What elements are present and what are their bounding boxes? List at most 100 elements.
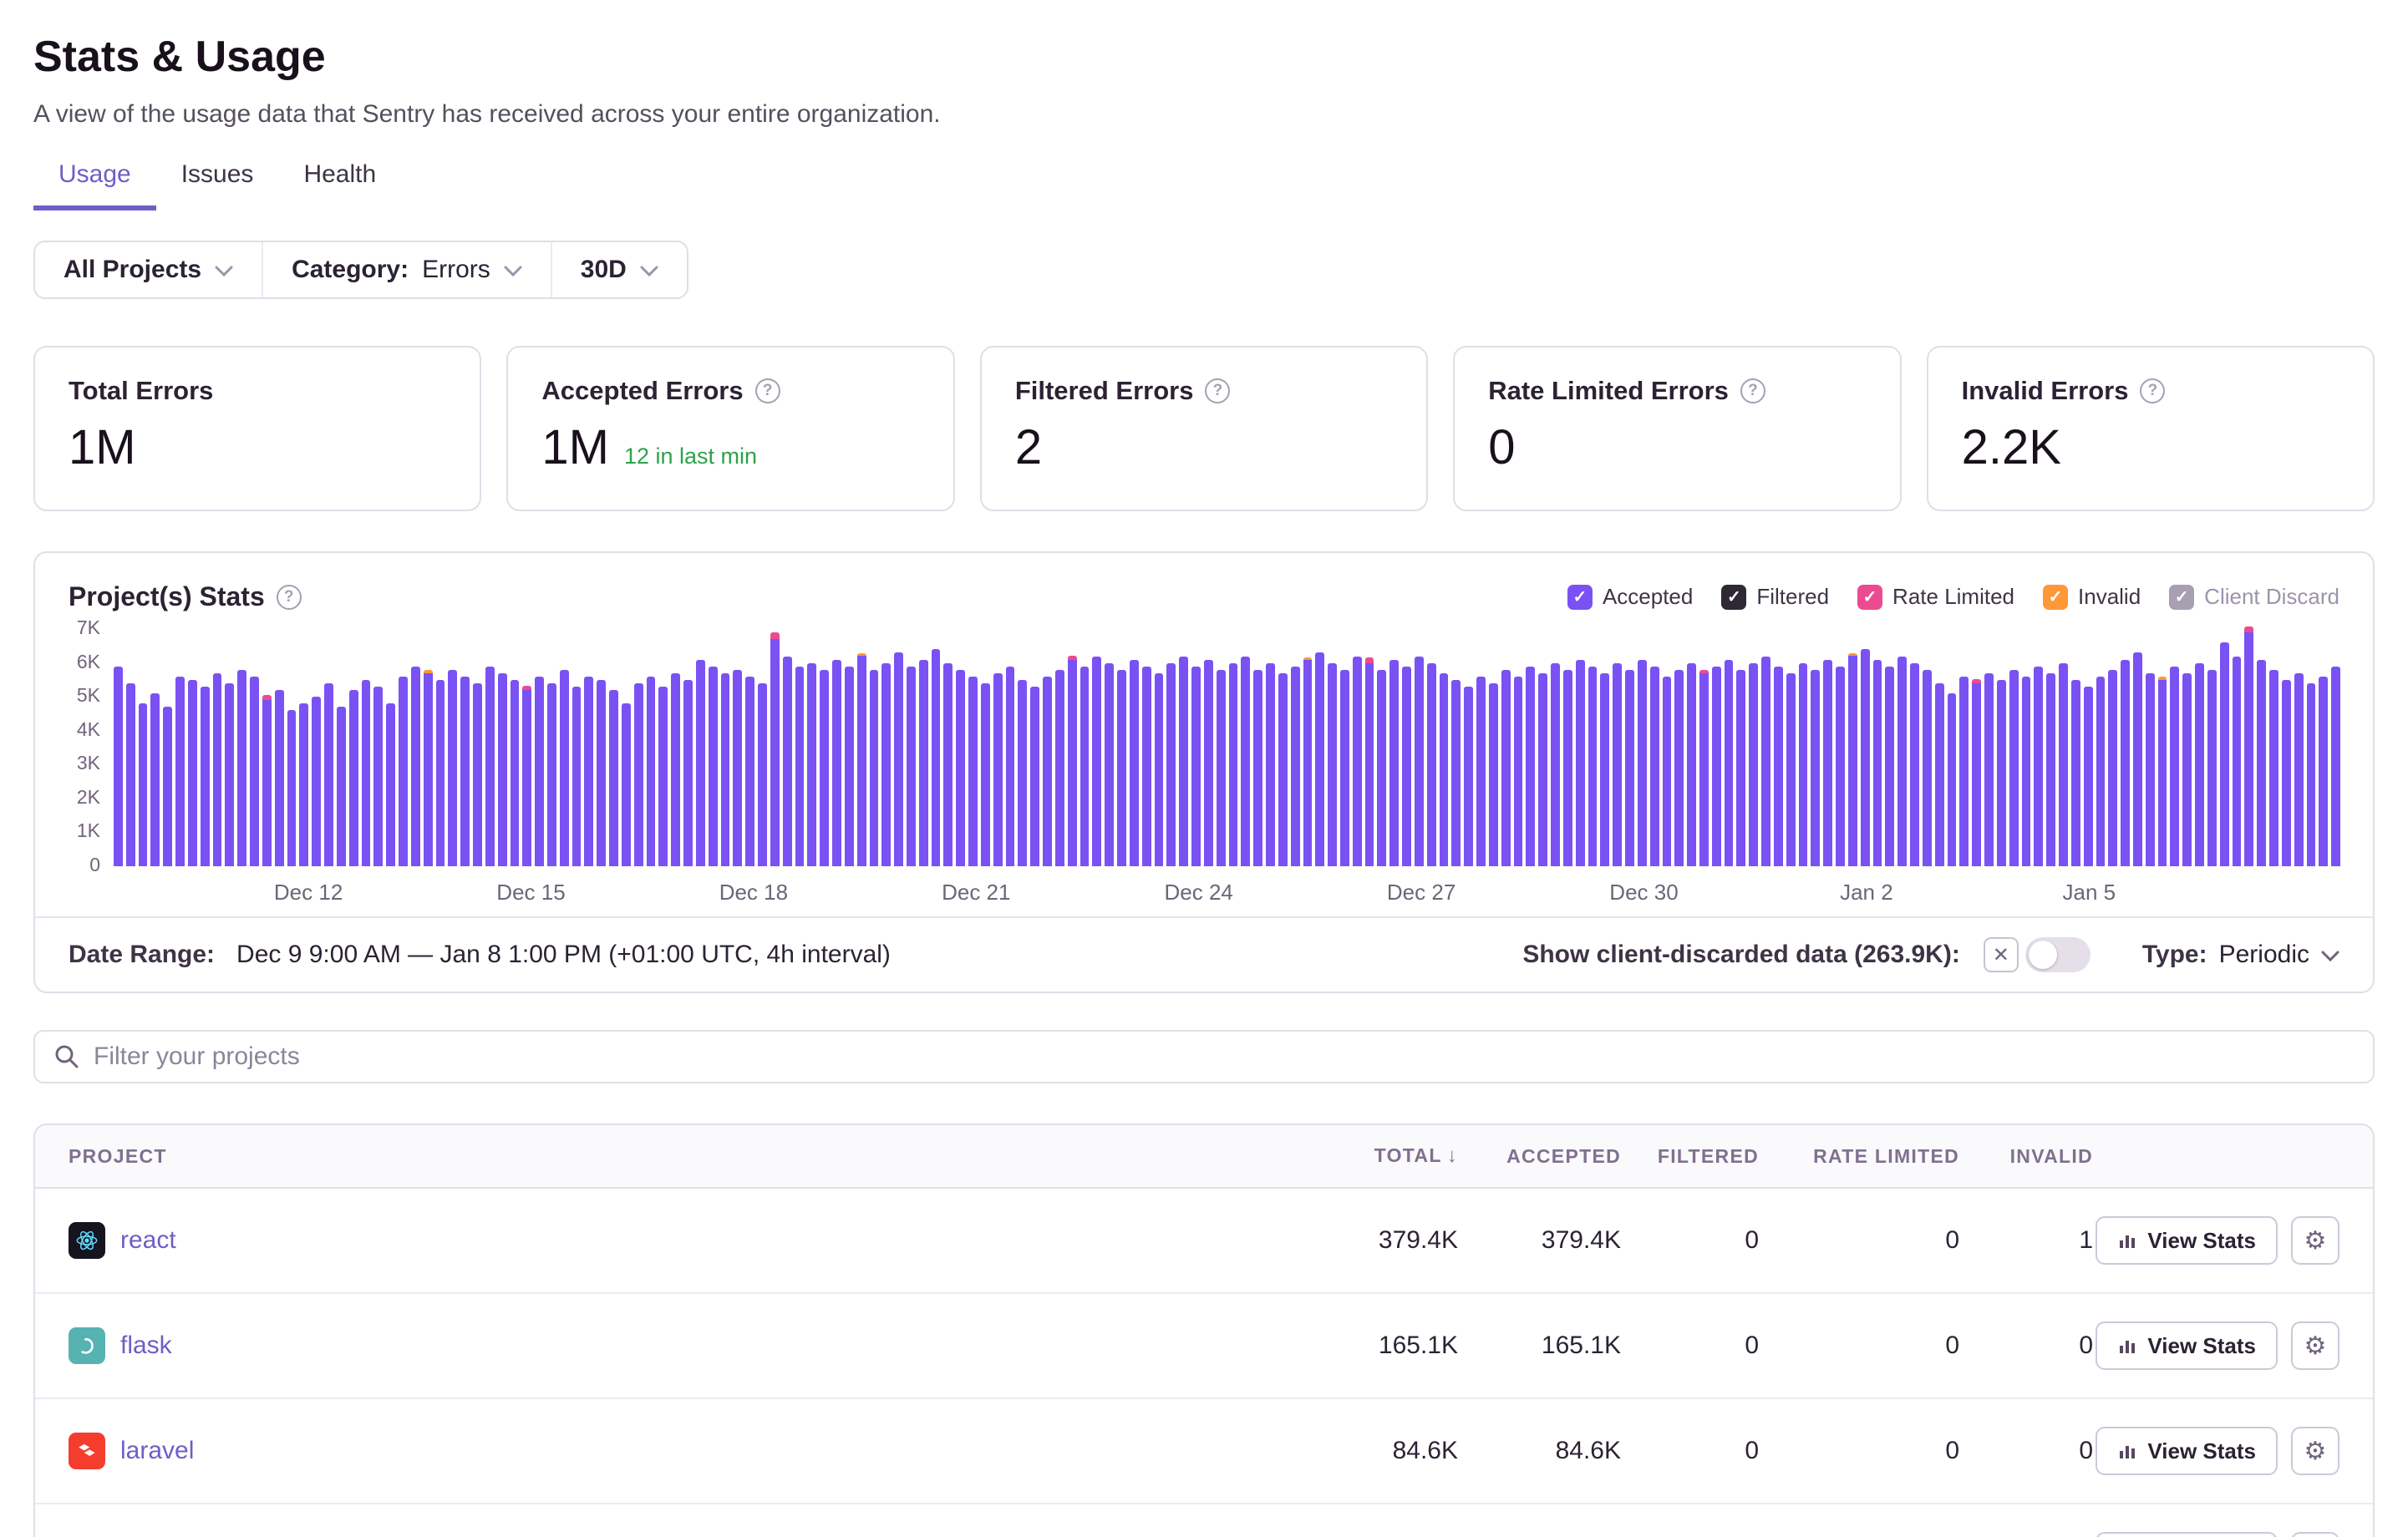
- chart-bar: [832, 660, 841, 867]
- chart-bar: [1526, 667, 1535, 866]
- chart-bar: [1291, 667, 1300, 866]
- filter-bar: All Projects Category: Errors 30D: [33, 241, 688, 299]
- chart-bar: [312, 697, 321, 866]
- chart-bar: [2034, 667, 2043, 866]
- chart-bar: [511, 680, 520, 866]
- cell-total: 84.6K: [1249, 1437, 1458, 1465]
- chart-bar: [237, 670, 246, 866]
- view-stats-button[interactable]: View Stats: [2096, 1321, 2278, 1370]
- filtered-errors-card: Filtered Errors? 2: [980, 346, 1428, 511]
- chart-bar: [1476, 677, 1486, 866]
- table-row: 77.7K77.7K000View Stats⚙: [35, 1504, 2373, 1537]
- table-header: Project Total↓ Accepted Filtered Rate Li…: [35, 1125, 2373, 1189]
- chart-bar: [1897, 657, 1907, 867]
- cell-invalid: 1: [1959, 1226, 2093, 1255]
- chart-bar: [1266, 663, 1275, 866]
- x-axis-tick: Dec 30: [1609, 880, 1678, 905]
- chart-bar: [2294, 673, 2304, 866]
- legend-item-invalid[interactable]: ✓Invalid: [2043, 584, 2141, 610]
- chart-bar: [1117, 670, 1126, 866]
- view-stats-button[interactable]: View Stats: [2096, 1427, 2278, 1475]
- help-icon[interactable]: ?: [755, 378, 780, 403]
- chart-bar: [807, 663, 816, 866]
- chart-bar: [783, 657, 792, 867]
- rate-limited-errors-card: Rate Limited Errors? 0: [1453, 346, 1901, 511]
- page-subtitle: A view of the usage data that Sentry has…: [33, 100, 2375, 129]
- col-total-sort[interactable]: Total↓: [1249, 1144, 1458, 1168]
- chart-bar: [572, 687, 582, 866]
- date-range-dropdown[interactable]: 30D: [552, 242, 687, 297]
- chart-bar: [745, 677, 754, 866]
- chart-bar: [386, 703, 395, 866]
- project-link[interactable]: react: [120, 1226, 176, 1255]
- legend-item-filtered[interactable]: ✓Filtered: [1721, 584, 1829, 610]
- cell-rate-limited: 0: [1759, 1437, 1959, 1465]
- project-stats-panel: Project(s) Stats ? ✓Accepted✓Filtered✓Ra…: [33, 551, 2375, 993]
- legend-item-client-discard[interactable]: ✓Client Discard: [2169, 584, 2339, 610]
- projects-table: Project Total↓ Accepted Filtered Rate Li…: [33, 1124, 2375, 1537]
- chart-bar: [1650, 667, 1659, 866]
- cell-filtered: 0: [1621, 1437, 1759, 1465]
- type-label: Type:: [2142, 941, 2207, 969]
- chart-bar: [647, 677, 656, 866]
- legend-item-accepted[interactable]: ✓Accepted: [1567, 584, 1693, 610]
- project-link[interactable]: laravel: [120, 1437, 194, 1465]
- chart-bar: [1253, 670, 1262, 866]
- x-axis-tick: Dec 18: [719, 880, 788, 905]
- chart-bar: [932, 649, 941, 866]
- checkbox-checked-icon: ✓: [1721, 585, 1746, 610]
- chart-bar: [175, 677, 185, 866]
- page-title: Stats & Usage: [33, 32, 2375, 82]
- chart-bar: [2257, 660, 2266, 867]
- tab-issues[interactable]: Issues: [156, 154, 279, 211]
- settings-gear-button[interactable]: ⚙: [2291, 1427, 2339, 1475]
- chart-bar: [584, 677, 593, 866]
- chart-bar: [2182, 673, 2192, 866]
- chart-bar: [448, 670, 457, 866]
- cell-accepted: 84.6K: [1458, 1437, 1621, 1465]
- chart-bar: [2282, 680, 2291, 866]
- type-dropdown[interactable]: Type: Periodic: [2142, 941, 2339, 969]
- chart-bar: [1873, 660, 1882, 867]
- chart-bar: [943, 663, 953, 866]
- chart-bar: [1600, 673, 1609, 866]
- chart-bar: [1984, 673, 1994, 866]
- category-filter-dropdown[interactable]: Category: Errors: [263, 242, 552, 297]
- rate-limited-errors-value: 0: [1488, 419, 1515, 475]
- client-discard-toggle[interactable]: ✕: [1984, 937, 2090, 972]
- project-link[interactable]: flask: [120, 1332, 172, 1360]
- chart-bar: [1191, 667, 1201, 866]
- chart-bar: [907, 667, 916, 866]
- settings-gear-button[interactable]: ⚙: [2291, 1532, 2339, 1537]
- search-input[interactable]: [33, 1030, 2375, 1083]
- project-filter-dropdown[interactable]: All Projects: [35, 242, 263, 297]
- chart-bar: [881, 663, 891, 866]
- help-icon[interactable]: ?: [277, 585, 302, 610]
- view-stats-button[interactable]: View Stats: [2096, 1216, 2278, 1265]
- x-axis-tick: Dec 15: [496, 880, 565, 905]
- help-icon[interactable]: ?: [1205, 378, 1230, 403]
- help-icon[interactable]: ?: [2140, 378, 2165, 403]
- tab-usage[interactable]: Usage: [33, 154, 156, 211]
- chart-bar: [1972, 679, 1981, 866]
- legend-item-rate-limited[interactable]: ✓Rate Limited: [1857, 584, 2014, 610]
- chart-bar: [1402, 667, 1411, 866]
- chevron-down-icon: [640, 256, 658, 284]
- settings-gear-button[interactable]: ⚙: [2291, 1216, 2339, 1265]
- chart-bar: [485, 667, 495, 866]
- chart-bar: [460, 677, 470, 866]
- view-stats-button[interactable]: View Stats: [2096, 1532, 2278, 1537]
- client-discard-label: Show client-discarded data (263.9K):: [1522, 941, 1959, 969]
- chart-bar: [1105, 663, 1114, 866]
- help-icon[interactable]: ?: [1740, 378, 1765, 403]
- chart-bar: [188, 680, 197, 866]
- chart-bar: [1799, 663, 1808, 866]
- chart-bar: [2121, 660, 2130, 867]
- y-axis-tick: 1K: [77, 819, 100, 842]
- settings-gear-button[interactable]: ⚙: [2291, 1321, 2339, 1370]
- cell-invalid: 0: [1959, 1437, 2093, 1465]
- cell-rate-limited: 0: [1759, 1226, 1959, 1255]
- cell-total: 379.4K: [1249, 1226, 1458, 1255]
- tab-health[interactable]: Health: [278, 154, 401, 211]
- chart-bar: [1786, 673, 1796, 866]
